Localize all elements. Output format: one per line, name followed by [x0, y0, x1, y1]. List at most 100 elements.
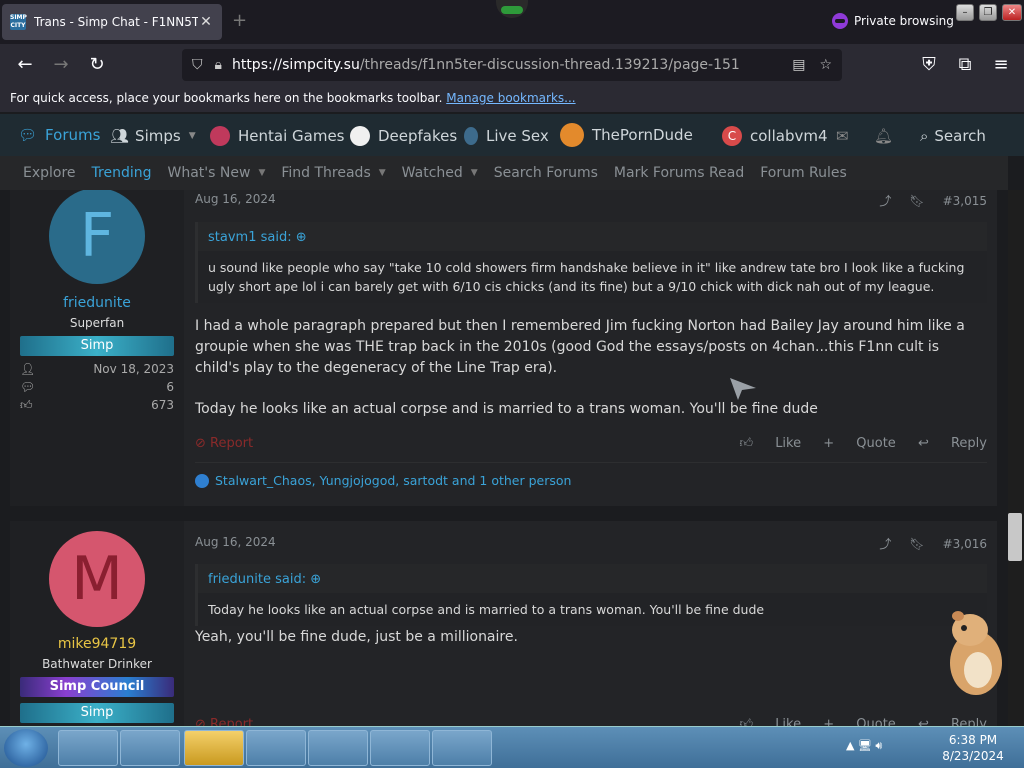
- post: F friedunite Superfan Simp 👤︎ Nov 18, 202…: [10, 190, 997, 506]
- bookmarks-hint: For quick access, place your bookmarks h…: [10, 91, 443, 105]
- url-text[interactable]: https://simpcity.su/threads/f1nn5ter-dis…: [232, 57, 740, 73]
- subnav-forum-rules[interactable]: Forum Rules: [760, 165, 847, 181]
- private-browsing-label: Private browsing: [854, 14, 954, 28]
- inbox-icon[interactable]: ✉: [836, 114, 849, 158]
- share-icon[interactable]: ⤴: [879, 192, 891, 209]
- post-date[interactable]: Aug 16, 2024: [195, 535, 276, 549]
- new-tab-icon[interactable]: +: [232, 10, 247, 31]
- maximize-button[interactable]: ❐: [979, 4, 997, 21]
- username[interactable]: friedunite: [10, 295, 184, 311]
- search-icon: ⌕: [920, 127, 929, 145]
- likes-list[interactable]: Stalwart_Chaos, Yungjojogod, sartodt and…: [215, 473, 571, 488]
- quote-button[interactable]: + Quote: [823, 436, 896, 451]
- post-number[interactable]: #3,016: [943, 537, 987, 551]
- nav-live-sex[interactable]: Live Sex: [464, 114, 549, 158]
- reader-view-icon[interactable]: ▤: [792, 57, 805, 73]
- like-button[interactable]: 👍︎ Like: [739, 436, 801, 451]
- post-date[interactable]: Aug 16, 2024: [195, 192, 276, 206]
- taskbar-app-vpn[interactable]: [184, 730, 244, 766]
- shield-icon[interactable]: ⛉: [192, 57, 203, 73]
- user-banner: Simp Council: [20, 677, 174, 697]
- subnav-mark-forums-read[interactable]: Mark Forums Read: [614, 165, 744, 181]
- joined-row: 👤︎ Nov 18, 2023: [20, 362, 174, 376]
- minimize-button[interactable]: –: [956, 4, 974, 21]
- close-window-button[interactable]: ✕: [1002, 4, 1022, 21]
- taskbar-app-media[interactable]: [120, 730, 180, 766]
- like-button[interactable]: 👍︎ Like: [739, 717, 801, 726]
- bookmarks-toolbar: For quick access, place your bookmarks h…: [0, 86, 1024, 112]
- nav-forums[interactable]: 💬︎ Forums: [18, 114, 101, 158]
- subnav-trending[interactable]: Trending: [92, 165, 152, 181]
- share-icon[interactable]: ⤴: [879, 535, 891, 552]
- post-body: I had a whole paragraph prepared but the…: [195, 318, 965, 376]
- site-navigation: 💬︎ Forums 👥︎ Simps ▼ Hentai Games Deepfakes…: [0, 112, 1024, 158]
- bookmark-star-icon[interactable]: ☆: [819, 57, 832, 73]
- arrow-up-circle-icon[interactable]: ⊕: [310, 572, 321, 587]
- quote-author[interactable]: stavm1 said: ⊕: [198, 222, 987, 251]
- nav-user-account[interactable]: Ccollabvm4: [722, 114, 828, 158]
- pocket-icon[interactable]: ⛨: [916, 52, 942, 78]
- users-icon: 👥︎: [110, 127, 130, 145]
- hamster-sticker-image: [944, 608, 1004, 698]
- url-bar[interactable]: ⛉ 🔒︎ https://simpcity.su/threads/f1nn5te…: [182, 49, 842, 81]
- forward-arrow-icon[interactable]: →: [48, 52, 74, 78]
- taskbar-app-private-browser[interactable]: [432, 730, 492, 766]
- username[interactable]: mike94719: [10, 636, 184, 652]
- nav-simps[interactable]: 👥︎ Simps ▼: [110, 114, 196, 158]
- menu-icon[interactable]: ≡: [988, 52, 1014, 78]
- reply-button[interactable]: ↩ Reply: [918, 717, 987, 726]
- chevron-down-icon: ▼: [470, 168, 478, 178]
- reactions-row: 👍︎ 673: [20, 398, 174, 412]
- close-tab-icon[interactable]: ✕: [198, 14, 214, 30]
- nav-hentai-games[interactable]: Hentai Games: [210, 114, 345, 158]
- subnav-watched[interactable]: Watched ▼: [402, 165, 478, 181]
- taskbar-app-paint[interactable]: [370, 730, 430, 766]
- subnav-search-forums[interactable]: Search Forums: [494, 165, 598, 181]
- system-tray[interactable]: ▲ 🖥︎ 🔊︎: [846, 739, 882, 753]
- avatar[interactable]: M: [49, 531, 145, 627]
- back-arrow-icon[interactable]: ←: [12, 52, 38, 78]
- taskbar-app-terminal[interactable]: [58, 730, 118, 766]
- nav-search[interactable]: ⌕ Search: [920, 114, 986, 158]
- taskbar-app-firefox[interactable]: [246, 730, 306, 766]
- report-button[interactable]: ⊘ Report: [195, 436, 253, 451]
- private-mask-icon: [496, 0, 528, 18]
- likes-bar[interactable]: Stalwart_Chaos, Yungjojogod, sartodt and…: [195, 462, 987, 488]
- reload-icon[interactable]: ↻: [84, 52, 110, 78]
- bookmark-icon[interactable]: 🔖︎: [909, 194, 924, 208]
- subnav-find-threads[interactable]: Find Threads ▼: [281, 165, 385, 181]
- nav-deepfakes[interactable]: Deepfakes: [350, 114, 457, 158]
- clock[interactable]: 6:38 PM 8/23/2024: [930, 732, 1016, 764]
- reply-button[interactable]: ↩ Reply: [918, 436, 987, 451]
- bell-icon[interactable]: 🔔︎: [874, 114, 893, 158]
- tab-strip: SIMP CITY Trans - Simp Chat - F1NN5TER ✕…: [0, 0, 1024, 44]
- post-number[interactable]: #3,015: [943, 194, 987, 208]
- extensions-icon[interactable]: ⧉: [952, 52, 978, 78]
- manage-bookmarks-link[interactable]: Manage bookmarks...: [446, 91, 575, 105]
- report-button[interactable]: ⊘ Report: [195, 717, 253, 726]
- post-body: Today he looks like an actual corpse and…: [195, 401, 818, 417]
- page-scrollbar[interactable]: [1008, 190, 1024, 726]
- taskbar-app-phone[interactable]: [308, 730, 368, 766]
- quote-author[interactable]: friedunite said: ⊕: [198, 564, 987, 593]
- lock-icon[interactable]: 🔒︎: [215, 57, 222, 73]
- bookmark-icon[interactable]: 🔖︎: [909, 537, 924, 551]
- post-tools: ⤴ 🔖︎ #3,016: [879, 535, 987, 552]
- messages-row: 💬︎ 6: [20, 380, 174, 394]
- user-icon: 👤︎: [20, 362, 36, 376]
- clock-time: 6:38 PM: [948, 733, 998, 747]
- scrollbar-thumb[interactable]: [1008, 513, 1022, 561]
- nav-theporndude[interactable]: ThePornDude: [560, 114, 693, 158]
- subnav-explore[interactable]: Explore: [23, 165, 76, 181]
- subnav-whats-new[interactable]: What's New ▼: [168, 165, 266, 181]
- taskbar: ▲ 🖥︎ 🔊︎ 6:38 PM 8/23/2024: [0, 726, 1024, 768]
- forums-icon: 💬︎: [18, 126, 38, 144]
- start-button[interactable]: [4, 729, 48, 767]
- arrow-up-circle-icon[interactable]: ⊕: [296, 230, 307, 245]
- deepfakes-icon: [350, 126, 370, 146]
- avatar[interactable]: F: [49, 190, 145, 284]
- browser-tab[interactable]: SIMP CITY Trans - Simp Chat - F1NN5TER ✕: [2, 4, 222, 40]
- user-title: Bathwater Drinker: [42, 657, 152, 671]
- quote-button[interactable]: + Quote: [823, 717, 896, 726]
- user-avatar-icon: C: [722, 126, 742, 146]
